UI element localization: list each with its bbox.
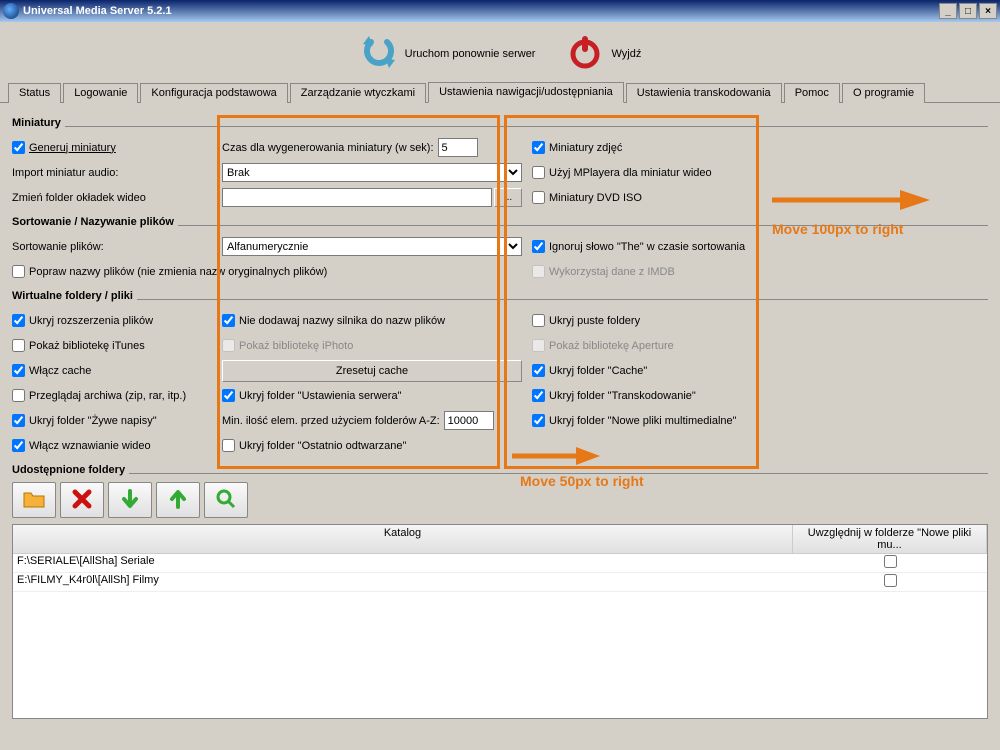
- col-monitor[interactable]: Uwzględnij w folderze "Nowe pliki mu...: [793, 525, 987, 553]
- remove-folder-button[interactable]: [60, 482, 104, 518]
- search-icon: [216, 489, 236, 512]
- ignore-the-checkbox[interactable]: Ignoruj słowo "The" w czasie sortowania: [532, 240, 988, 253]
- close-button[interactable]: ×: [979, 3, 997, 19]
- imdb-checkbox: Wykorzystaj dane z IMDB: [532, 265, 988, 278]
- photo-thumbs-checkbox[interactable]: Miniatury zdjęć: [532, 141, 988, 154]
- hide-ext-checkbox[interactable]: Ukryj rozszerzenia plików: [12, 314, 222, 327]
- hide-new-media-checkbox[interactable]: Ukryj folder "Nowe pliki multimedialne": [532, 414, 988, 427]
- cover-folder-browse[interactable]: ...: [494, 188, 522, 207]
- main-toolbar: Uruchom ponownie serwer Wyjdź: [0, 22, 1000, 81]
- tab-plugins[interactable]: Zarządzanie wtyczkami: [290, 83, 426, 103]
- section-shared-title: Udostępnione foldery: [12, 464, 129, 476]
- restart-server-button[interactable]: Uruchom ponownie serwer: [359, 32, 536, 75]
- folder-icon: [22, 489, 46, 512]
- sort-label: Sortowanie plików:: [12, 241, 104, 253]
- cover-folder-label: Zmień folder okładek wideo: [12, 192, 146, 204]
- thumb-time-label: Czas dla wygenerowania miniatury (w sek)…: [222, 142, 434, 154]
- row-monitor-checkbox[interactable]: [884, 555, 897, 568]
- app-icon: [3, 3, 19, 19]
- section-sorting-title: Sortowanie / Nazywanie plików: [12, 216, 178, 228]
- show-itunes-checkbox[interactable]: Pokaż bibliotekę iTunes: [12, 339, 222, 352]
- tab-basic-config[interactable]: Konfiguracja podstawowa: [140, 83, 287, 103]
- hide-settings-folder-checkbox[interactable]: Ukryj folder "Ustawienia serwera": [222, 389, 522, 402]
- generate-thumbnails-checkbox[interactable]: Generuj miniatury: [12, 141, 222, 154]
- sort-select[interactable]: Alfanumerycznie: [222, 237, 522, 256]
- move-down-button[interactable]: [108, 482, 152, 518]
- import-audio-label: Import miniatur audio:: [12, 167, 118, 179]
- tab-content: Move 100px to right Move 50px to right M…: [0, 103, 1000, 727]
- scan-folders-button[interactable]: [204, 482, 248, 518]
- maximize-button[interactable]: □: [959, 3, 977, 19]
- folder-toolbar: [12, 482, 988, 518]
- section-virtual-title: Wirtualne foldery / pliki: [12, 290, 137, 302]
- hide-empty-checkbox[interactable]: Ukryj puste foldery: [532, 314, 988, 327]
- hide-live-subs-checkbox[interactable]: Ukryj folder "Żywe napisy": [12, 414, 222, 427]
- table-row[interactable]: E:\FILMY_K4r0l\[AllSh] Filmy: [13, 573, 987, 592]
- enable-resume-checkbox[interactable]: Włącz wznawianie wideo: [12, 439, 222, 452]
- tab-help[interactable]: Pomoc: [784, 83, 840, 103]
- hide-cache-folder-checkbox[interactable]: Ukryj folder "Cache": [532, 364, 988, 377]
- browse-archives-checkbox[interactable]: Przeglądaj archiwa (zip, rar, itp.): [12, 389, 222, 402]
- arrow-up-icon: [168, 489, 188, 512]
- enable-cache-checkbox[interactable]: Włącz cache: [12, 364, 222, 377]
- restart-label: Uruchom ponownie serwer: [405, 48, 536, 60]
- reset-cache-button[interactable]: Zresetuj cache: [222, 360, 522, 382]
- row-monitor-checkbox[interactable]: [884, 574, 897, 587]
- fix-names-checkbox[interactable]: Popraw nazwy plików (nie zmienia nazw or…: [12, 265, 522, 278]
- shared-folders-table[interactable]: Katalog Uwzględnij w folderze "Nowe plik…: [12, 524, 988, 719]
- import-audio-select[interactable]: Brak: [222, 163, 522, 182]
- titlebar: Universal Media Server 5.2.1 _ □ ×: [0, 0, 1000, 22]
- minimize-button[interactable]: _: [939, 3, 957, 19]
- table-row[interactable]: F:\SERIALE\[AllSha] Seriale: [13, 554, 987, 573]
- hide-last-played-checkbox[interactable]: Ukryj folder "Ostatnio odtwarzane": [222, 439, 522, 452]
- arrow-100px-label: Move 100px to right: [772, 221, 903, 237]
- tab-logging[interactable]: Logowanie: [63, 83, 138, 103]
- arrow-down-icon: [120, 489, 140, 512]
- show-aperture-checkbox: Pokaż bibliotekę Aperture: [532, 339, 988, 352]
- tab-about[interactable]: O programie: [842, 83, 925, 103]
- delete-icon: [72, 489, 92, 512]
- window-title: Universal Media Server 5.2.1: [23, 5, 937, 17]
- mplayer-checkbox[interactable]: Użyj MPlayera dla miniatur wideo: [532, 166, 988, 179]
- tab-status[interactable]: Status: [8, 83, 61, 103]
- no-engine-name-checkbox[interactable]: Nie dodawaj nazwy silnika do nazw plików: [222, 314, 522, 327]
- tab-transcoding[interactable]: Ustawienia transkodowania: [626, 83, 782, 103]
- thumb-time-input[interactable]: [438, 138, 478, 157]
- exit-label: Wyjdź: [611, 48, 641, 60]
- restart-icon: [359, 32, 399, 75]
- col-path[interactable]: Katalog: [13, 525, 793, 553]
- show-iphoto-checkbox: Pokaż bibliotekę iPhoto: [222, 339, 522, 352]
- cover-folder-input[interactable]: [222, 188, 492, 207]
- arrow-100px: [770, 188, 930, 212]
- arrow-50px: [510, 445, 600, 467]
- hide-transcoding-folder-checkbox[interactable]: Ukryj folder "Transkodowanie": [532, 389, 988, 402]
- min-elem-label: Min. ilość elem. przed użyciem folderów …: [222, 415, 440, 427]
- add-folder-button[interactable]: [12, 482, 56, 518]
- power-icon: [565, 32, 605, 75]
- tab-row: Status Logowanie Konfiguracja podstawowa…: [0, 81, 1000, 103]
- section-thumbnails-title: Miniatury: [12, 117, 65, 129]
- arrow-50px-label: Move 50px to right: [520, 473, 644, 489]
- min-elem-input[interactable]: [444, 411, 494, 430]
- move-up-button[interactable]: [156, 482, 200, 518]
- exit-button[interactable]: Wyjdź: [565, 32, 641, 75]
- tab-navigation-sharing[interactable]: Ustawienia nawigacji/udostępniania: [428, 82, 624, 103]
